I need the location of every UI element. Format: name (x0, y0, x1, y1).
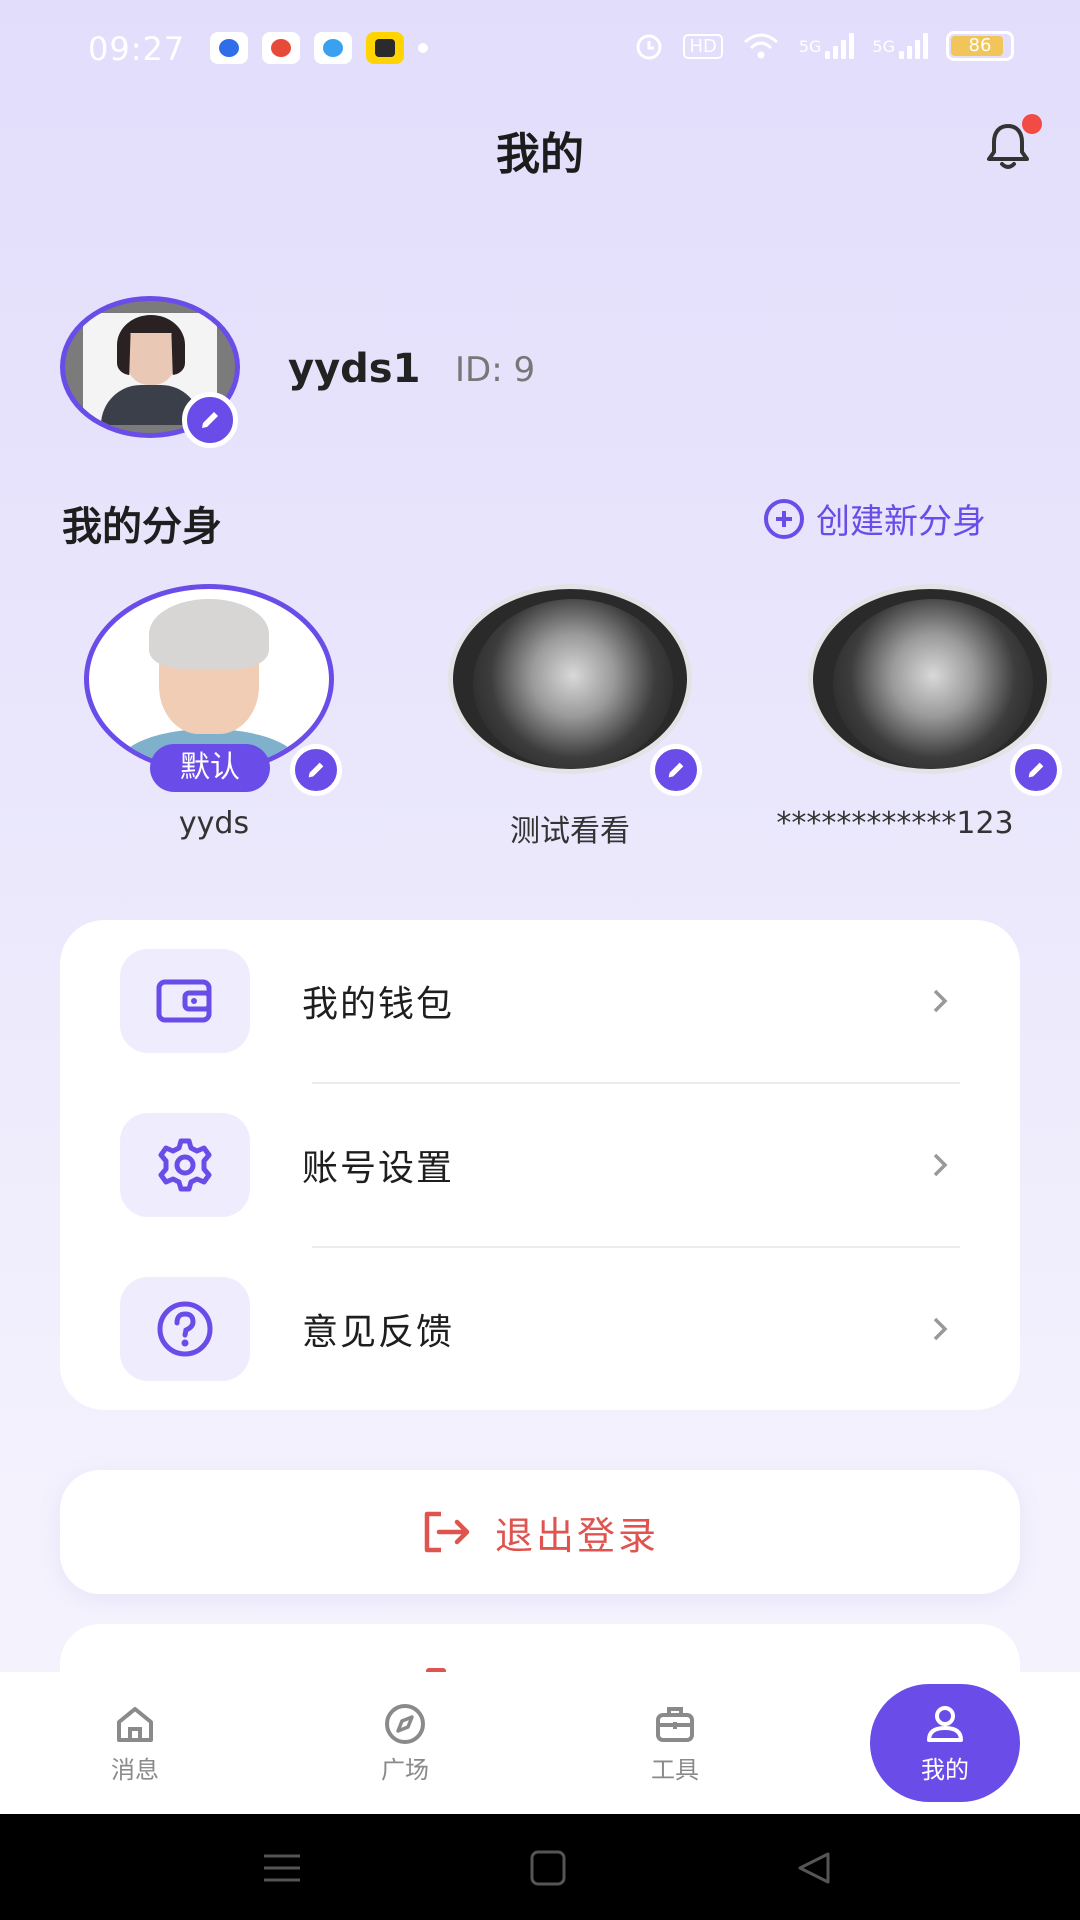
tab-label: 消息 (111, 1755, 159, 1784)
menu-item-account-settings[interactable]: 账号设置 (120, 1112, 960, 1218)
wallet-icon (120, 949, 250, 1053)
notification-badge (1022, 114, 1042, 134)
username: yyds1 (288, 346, 421, 392)
logout-label: 退出登录 (494, 1513, 659, 1558)
home-button-icon[interactable] (526, 1848, 570, 1888)
compass-icon (385, 1703, 425, 1744)
system-nav-bar (0, 1814, 1080, 1920)
tab-plaza[interactable]: 广场 (330, 1672, 480, 1814)
clone-avatar (448, 584, 692, 774)
clone-item-test[interactable]: 测试看看 (420, 584, 702, 849)
logout-button[interactable]: 退出登录 (60, 1470, 1020, 1594)
gear-icon (120, 1113, 250, 1217)
user-id: ID: 9 (455, 350, 536, 390)
menu-label: 我的钱包 (302, 984, 455, 1025)
menu-label: 账号设置 (302, 1148, 455, 1189)
app-notification-icon (366, 32, 404, 64)
chevron-right-icon (920, 981, 960, 1021)
divider (312, 1082, 960, 1084)
tab-me[interactable]: 我的 (870, 1684, 1020, 1802)
clone-avatar (808, 584, 1052, 774)
default-badge: 默认 (150, 744, 270, 792)
edit-clone-button[interactable] (1010, 744, 1062, 796)
alarm-icon (636, 34, 662, 60)
toolbox-icon (656, 1706, 694, 1742)
menu-card: 我的钱包 账号设置 意见反馈 (60, 920, 1020, 1410)
menu-label: 意见反馈 (302, 1312, 455, 1353)
signal-icon (899, 33, 928, 59)
tab-label: 工具 (651, 1755, 699, 1784)
app-notification-icon (210, 32, 248, 64)
add-circle-icon (764, 498, 804, 539)
clone-item-yyds[interactable]: 默认 yyds (60, 584, 342, 844)
edit-avatar-button[interactable] (182, 392, 238, 448)
battery-icon: 86 (946, 31, 1014, 61)
page-title: 我的 (496, 129, 584, 180)
logout-icon (424, 1511, 470, 1553)
tab-tools[interactable]: 工具 (600, 1672, 750, 1814)
chevron-right-icon (920, 1145, 960, 1185)
chevron-right-icon (920, 1309, 960, 1349)
menu-item-feedback[interactable]: 意见反馈 (120, 1276, 960, 1382)
wifi-icon (743, 33, 778, 59)
clone-name: ************123 (776, 806, 1014, 841)
menu-icon[interactable] (260, 1848, 304, 1888)
bottom-tab-bar: 消息 广场 工具 我的 (0, 1672, 1080, 1814)
tab-label: 广场 (381, 1755, 429, 1784)
clone-name: 测试看看 (510, 814, 630, 849)
pencil-icon (202, 412, 218, 428)
clones-section-title: 我的分身 (62, 504, 222, 550)
clone-item-masked[interactable]: ************123 (776, 584, 1062, 844)
help-icon (120, 1277, 250, 1381)
status-bar: 09:27 HD 5G 5G 86 (0, 0, 1080, 100)
pencil-icon (1028, 762, 1044, 778)
create-clone-label: 创建新分身 (816, 502, 986, 542)
pencil-icon (308, 762, 324, 778)
tab-label: 我的 (921, 1755, 969, 1784)
pencil-icon (668, 762, 684, 778)
menu-item-wallet[interactable]: 我的钱包 (120, 948, 960, 1054)
user-icon (927, 1705, 963, 1742)
edit-clone-button[interactable] (650, 744, 702, 796)
more-notifications-dot (418, 43, 428, 53)
status-indicators: HD 5G 5G 86 (633, 30, 1014, 62)
divider (312, 1246, 960, 1248)
app-notification-icon (314, 32, 352, 64)
status-time: 09:27 (88, 30, 186, 68)
signal-icon (825, 33, 855, 59)
back-icon[interactable] (792, 1848, 836, 1888)
hd-indicator: HD (683, 33, 723, 59)
clone-name: yyds (178, 806, 250, 841)
create-clone-button[interactable]: 创建新分身 (764, 494, 986, 543)
status-app-icons (210, 32, 428, 64)
tab-messages[interactable]: 消息 (60, 1672, 210, 1814)
app-notification-icon (262, 32, 300, 64)
battery-level: 86 (968, 35, 992, 56)
network-5g-label: 5G (798, 36, 822, 56)
home-icon (117, 1706, 153, 1742)
network-5g-label: 5G (872, 36, 895, 56)
edit-clone-button[interactable] (290, 744, 342, 796)
